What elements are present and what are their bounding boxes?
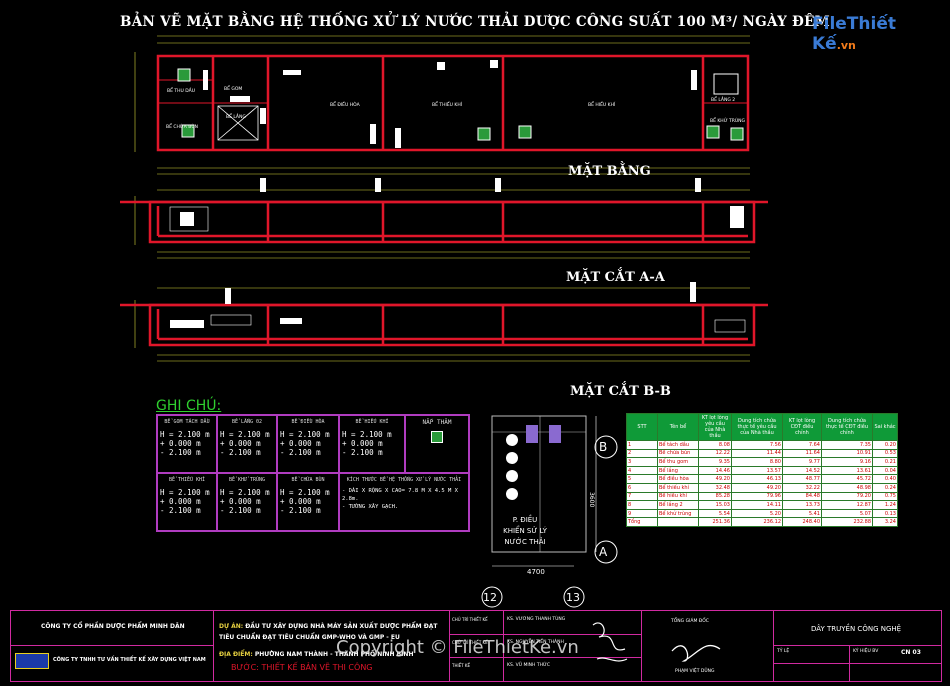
section-aa-label: MẶT CẮT A-A [566,270,665,285]
axis-12: 12 [483,591,497,604]
note-cell: BỂ THIẾU KHÍ H = 2.100 m + 0.000 m- 2.100 … [157,473,217,531]
consultant-name: CÔNG TY TNHH TƯ VẤN THIẾT KẾ XÂY DỰNG VI… [53,657,206,663]
table-row: 9 Bể khử trùng 5.54 5.20 5.41 5.07 0.13 [626,508,898,519]
axis-a: A [599,545,608,559]
table-total-row: Tổng 251.36 236.12 248.40 232.88 3.24 [626,517,898,527]
note-cell: BỂ KHỬ TRÙNG H = 2.100 m + 0.000 m- 2.100 … [217,473,277,531]
table-row: 2 Bể chứa bùn 12.22 11.44 11.64 10.91 0.53 [626,448,898,459]
location-label: ĐỊA ĐIỂM: [219,651,253,658]
scale-label: TỶ LỆ [777,649,790,654]
table-row: 4 Bể lắng 14.46 13.57 14.52 13.61 0.04 [626,465,898,476]
notes-box: BỂ GOM TÁCH DẦU H = 2.100 m + 0.000 m- 2.1… [156,414,470,532]
dim-width: 4700 [527,568,545,576]
note-cell: BỂ GOM TÁCH DẦU H = 2.100 m + 0.000 m- 2.1… [157,415,217,473]
project-label: DỰ ÁN: [219,623,244,630]
director-signature [671,644,721,662]
director-name: PHẠM VIỆT DŨNG [675,669,715,674]
table-row: 3 Bể thu gom 9.35 8.80 9.77 9.16 0.21 [626,457,898,467]
tank-label-hieukhi: BỂ HIẾU KHÍ [588,100,616,108]
code-label: KÝ HIỆU BV [853,649,879,654]
sheet-code: CN 03 [901,649,921,656]
notes-heading: GHI CHÚ: [156,398,222,414]
signature-1 [592,622,628,662]
tank-label-thudau: BỂ THU DẦU [167,86,195,94]
table-row: 5 Bể điều hòa 49.20 46.13 48.77 45.72 0.40 [626,474,898,484]
person-1: KS. VƯƠNG THANH TÙNG [507,617,566,622]
tank-label-gom: BỂ GOM [224,84,242,92]
section-plan-label: MẶT BẰNG [568,164,651,179]
control-room-label: P. ĐIỀU KHIỂN SỬ LÝ NƯỚC THẢI [503,516,547,546]
sheet-title: DÂY TRUYỀN CÔNG NGHỆ [811,625,902,633]
tank-label-khutrung: BỂ KHỬ TRÙNG [710,116,746,124]
section-bb-label: MẶT CẮT B-B [570,384,671,399]
note-cell: BỂ HIẾU KHÍ H = 2.100 m + 0.000 m- 2.100 m [339,415,405,473]
table-row: 1 Bể tách dầu 8.08 7.56 7.64 7.35 0.20 [626,440,898,450]
volume-table: STT Tên bể KT lọt lòng yêu cầu của Nhà t… [626,413,898,527]
cover-icon [431,431,443,443]
role-3: THIẾT KẾ [452,663,471,668]
note-cell: BỂ LẮNG 02 H = 2.100 m + 0.000 m- 2.100 m [217,415,277,473]
consultant-logo [15,653,49,669]
tank-label-thieukhi: BỂ THIẾU KHÍ [432,100,463,108]
axis-b: B [599,440,607,454]
director-title: TỔNG GIÁM ĐỐC [671,619,709,624]
note-cell: BỂ CHỨA BÙN H = 2.100 m + 0.000 m- 2.100 m [277,473,339,531]
tank-label-dieuhoa: BỂ ĐIỀU HÒA [330,100,361,108]
tank-label-chuabun: BỂ CHỨA BÙN [166,122,198,130]
axis-13: 13 [566,591,580,604]
table-header: STT Tên bể KT lọt lòng yêu cầu của Nhà t… [626,413,898,441]
design-phase: BƯỚC: THIẾT KẾ BẢN VẼ THI CÔNG [231,663,373,672]
person-3: KS. VŨ MINH THỨC [507,663,550,668]
tank-label-lang: BỂ LẮNG [226,112,246,120]
table-row: 8 Bể lắng 2 15.03 14.11 13.73 12.87 1.24 [626,500,898,510]
note-cell: BỂ ĐIỀU HÒA H = 2.100 m + 0.000 m- 2.100 m [277,415,339,473]
dim-height: 3600 [588,492,595,507]
cover-cell: NẮP THĂM [405,415,469,473]
table-row: 6 Bể thiếu khí 32.48 49.20 32.22 48.98 0.24 [626,482,898,493]
table-row: 7 Bể hiếu khí 85.28 79.96 84.48 79.20 0.75 [626,491,898,502]
wall-note-cell: KÍCH THƯỚC BỂ HỆ THỐNG XỬ LÝ NƯỚC THẢI - … [339,473,469,531]
tank-label-lang2: BỂ LẮNG 2 [711,95,735,103]
company-name: CÔNG TY CỔ PHẦN DƯỢC PHẨM MINH DÂN [41,623,185,630]
copyright-watermark: Copyright © FileThietKe.vn [336,637,579,658]
role-1: CHỦ TRÌ THIẾT KẾ [452,617,488,622]
